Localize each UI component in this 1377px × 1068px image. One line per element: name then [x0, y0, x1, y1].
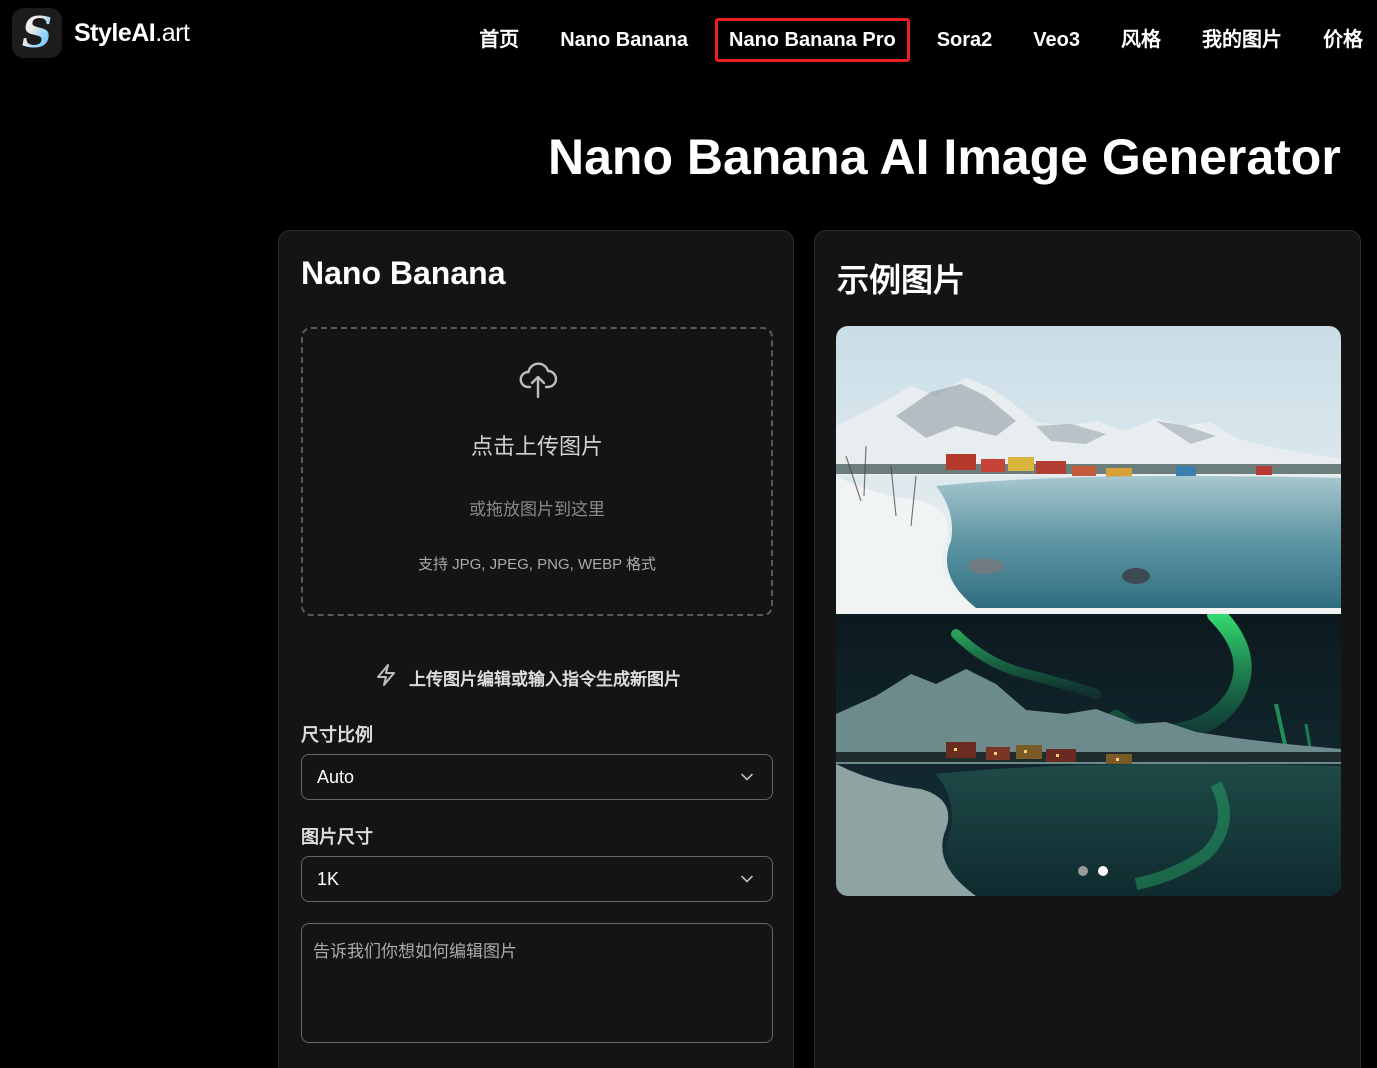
example-image-aurora	[836, 614, 1341, 896]
image-upload-dropzone[interactable]: 点击上传图片 或拖放图片到这里 支持 JPG, JPEG, PNG, WEBP …	[301, 327, 773, 616]
prompt-input[interactable]: 告诉我们你想如何编辑图片	[301, 923, 773, 1043]
lightning-icon	[375, 663, 397, 692]
aspect-ratio-select[interactable]: Auto	[301, 754, 773, 800]
brand-name: StyleAI.art	[74, 18, 190, 47]
generator-hint: 上传图片编辑或输入指令生成新图片	[375, 663, 681, 692]
chevron-down-icon	[740, 770, 754, 789]
hint-text: 上传图片编辑或输入指令生成新图片	[409, 670, 681, 689]
example-carousel[interactable]	[836, 326, 1341, 896]
brand-logo[interactable]: S StyleAI.art	[12, 8, 190, 58]
top-navbar: S StyleAI.art 首页 Nano Banana Nano Banana…	[0, 0, 1377, 72]
image-size-label: 图片尺寸	[301, 827, 373, 847]
nav-styles[interactable]: 风格	[1121, 23, 1161, 57]
carousel-dot-2[interactable]	[1098, 866, 1108, 876]
generator-panel: Nano Banana 点击上传图片 或拖放图片到这里 支持 JPG, JPEG…	[278, 230, 794, 1068]
nav-pricing[interactable]: 价格	[1323, 23, 1363, 57]
svg-text:S: S	[22, 11, 52, 55]
chevron-down-icon	[740, 872, 754, 891]
nav-nano-banana-pro[interactable]: Nano Banana Pro	[715, 18, 910, 62]
upload-subtitle: 或拖放图片到这里	[469, 500, 605, 519]
carousel-dot-1[interactable]	[1078, 866, 1088, 876]
examples-title: 示例图片	[837, 262, 966, 298]
upload-formats: 支持 JPG, JPEG, PNG, WEBP 格式	[417, 556, 657, 573]
page-title: Nano Banana AI Image Generator	[548, 129, 1341, 185]
generator-title: Nano Banana	[301, 255, 506, 291]
image-size-value: 1K	[317, 869, 340, 889]
nav-my-images[interactable]: 我的图片	[1202, 23, 1282, 57]
logo-icon: S	[12, 8, 62, 58]
image-size-select[interactable]: 1K	[301, 856, 773, 902]
nav-home[interactable]: 首页	[479, 23, 519, 57]
cloud-upload-icon	[519, 359, 558, 404]
main-nav: 首页 Nano Banana Nano Banana Pro Sora2 Veo…	[479, 18, 1363, 62]
nav-veo3[interactable]: Veo3	[1033, 23, 1080, 57]
aspect-ratio-label: 尺寸比例	[301, 725, 373, 745]
examples-panel: 示例图片	[814, 230, 1361, 1068]
aspect-ratio-value: Auto	[317, 767, 355, 787]
prompt-placeholder: 告诉我们你想如何编辑图片	[313, 942, 517, 961]
nav-sora2[interactable]: Sora2	[937, 23, 993, 57]
carousel-dots	[1073, 866, 1113, 876]
upload-title: 点击上传图片	[470, 434, 603, 459]
example-image-day	[836, 326, 1341, 608]
nav-nano-banana[interactable]: Nano Banana	[560, 23, 688, 57]
